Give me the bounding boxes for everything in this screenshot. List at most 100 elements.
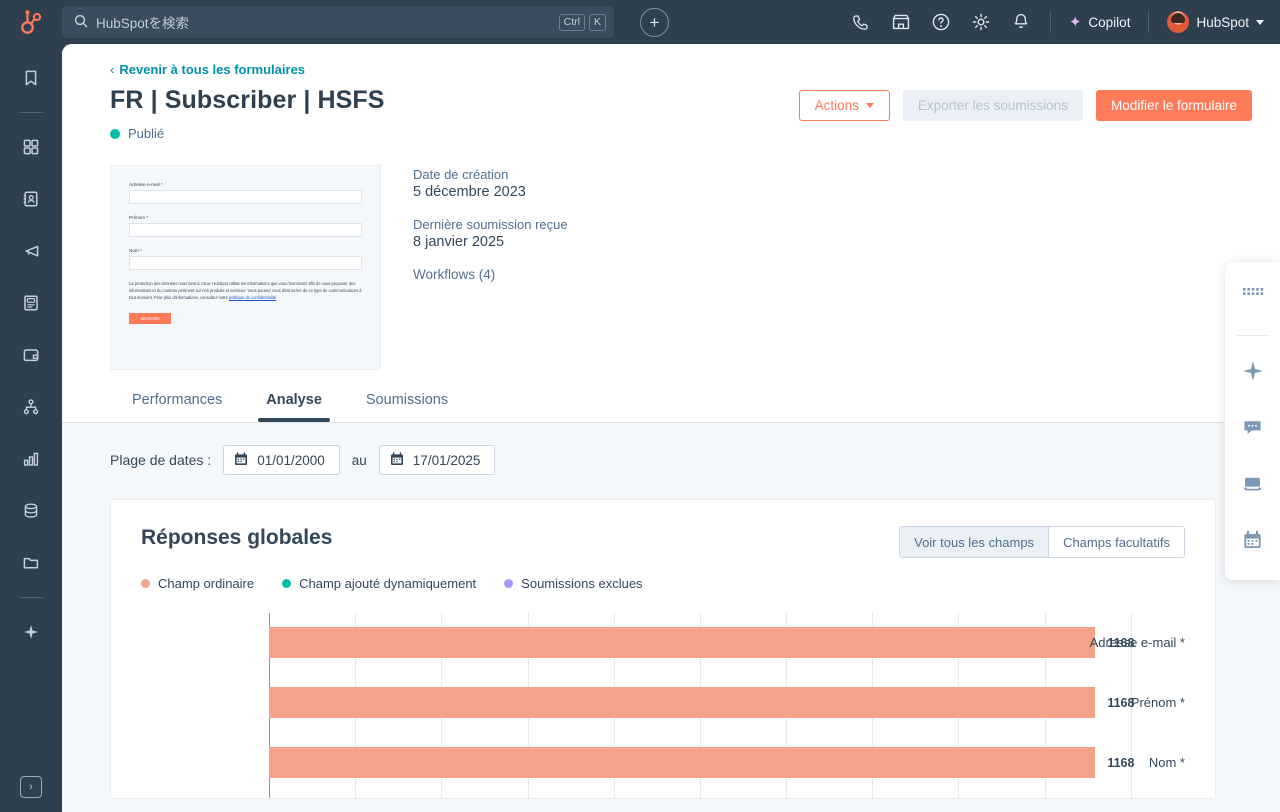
sidebar-item-reporting[interactable] [11,439,51,479]
notes-icon[interactable] [1233,467,1273,502]
account-menu[interactable]: HubSpot [1167,11,1264,33]
analysis-body: Plage de dates : 01/01/2000 au 17/01/202… [62,423,1280,812]
left-sidebar: › [0,44,62,812]
global-responses-card: Réponses globales Voir tous les champs C… [110,499,1216,799]
top-navigation-bar: HubSpotを検索 Ctrl K + ✦ Copilot Hub [0,0,1280,44]
date-start-input[interactable]: 01/01/2000 [223,445,340,475]
legend-dot-icon [282,579,291,588]
preview-field1-label: Adresse e-mail * [129,182,362,187]
hubspot-logo-icon[interactable] [0,9,62,35]
top-nav-right-cluster: ✦ Copilot HubSpot [850,11,1280,33]
status-badge: Publié [110,126,385,141]
sidebar-expand-label: › [20,776,42,798]
search-placeholder: HubSpotを検索 [96,12,551,32]
card-title: Réponses globales [141,526,332,550]
date-range-label: Plage de dates : [110,452,211,468]
chat-icon[interactable] [1233,410,1273,445]
calendar-icon[interactable] [1233,523,1273,558]
date-start-value: 01/01/2000 [257,453,325,468]
chart-bar[interactable] [269,627,1095,658]
sidebar-item-ai[interactable] [11,612,51,652]
phone-icon[interactable] [850,11,872,33]
sidebar-item-workspaces[interactable] [11,127,51,167]
date-end-value: 17/01/2025 [413,453,481,468]
preview-field2-input [129,223,362,237]
chevron-left-icon: ‹ [110,62,114,77]
chart-legend: Champ ordinaire Champ ajouté dynamiqueme… [141,576,1185,591]
form-preview-thumbnail[interactable]: Adresse e-mail * Prénom * Nom * La prote… [110,165,381,370]
right-panel-divider [1236,335,1270,336]
sidebar-expand-button[interactable]: › [20,776,42,798]
nav-divider-2 [1148,11,1149,33]
date-end-input[interactable]: 17/01/2025 [379,445,496,475]
chevron-down-icon [866,103,874,108]
chart-category-label: Adresse e-mail * [1067,635,1185,650]
breadcrumb-back-link[interactable]: ‹ Revenir à tous les formulaires [110,62,1252,77]
page-header: ‹ Revenir à tous les formulaires FR | Su… [62,44,1280,141]
create-new-button[interactable]: + [640,8,669,37]
global-search-input[interactable]: HubSpotを検索 Ctrl K [62,6,614,38]
legend-item-excluded-submissions[interactable]: Soumissions exclues [504,576,642,591]
actions-button-label: Actions [815,98,859,113]
last-submission-value: 8 janvier 2025 [413,234,568,250]
tab-analyse[interactable]: Analyse [244,392,344,422]
main-content-panel: ‹ Revenir à tous les formulaires FR | Su… [62,44,1280,812]
chart-bar-row[interactable]: 1168 [269,747,1185,778]
legend-label: Champ ajouté dynamiquement [299,576,476,591]
title-block: FR | Subscriber | HSFS Publié [110,86,385,141]
sidebar-item-data-management[interactable] [11,491,51,531]
preview-field2-label: Prénom * [129,215,362,220]
segment-optional-fields[interactable]: Champs facultatifs [1048,527,1184,557]
tab-soumissions[interactable]: Soumissions [344,392,470,422]
chart-bars: 1168 1168 1168 [269,613,1185,798]
actions-button[interactable]: Actions [799,90,890,121]
settings-icon[interactable] [970,11,992,33]
tab-performances[interactable]: Performances [110,392,244,422]
chevron-down-icon [1256,20,1264,25]
date-range-row: Plage de dates : 01/01/2000 au 17/01/202… [62,445,1280,475]
segment-all-fields[interactable]: Voir tous les champs [900,527,1048,557]
sidebar-divider [19,112,43,113]
ai-sparkle-icon[interactable] [1233,353,1273,388]
legend-label: Soumissions exclues [521,576,642,591]
preview-field3-input [129,256,362,270]
chart-category-label: Nom * [1067,755,1185,770]
sidebar-item-automation[interactable] [11,387,51,427]
kbd-k: K [589,14,606,31]
export-submissions-button[interactable]: Exporter les soumissions [903,90,1083,121]
legend-item-regular-field[interactable]: Champ ordinaire [141,576,254,591]
date-range-separator: au [352,453,367,468]
preview-submit-button: Soumettre [129,313,171,324]
last-submission-label: Dernière soumission reçue [413,217,568,232]
created-date-value: 5 décembre 2023 [413,184,568,200]
workflows-link[interactable]: Workflows (4) [413,267,568,282]
notifications-icon[interactable] [1010,11,1032,33]
drag-handle-icon[interactable] [1233,276,1273,311]
nav-divider [1050,11,1051,33]
sidebar-item-commerce[interactable] [11,335,51,375]
sidebar-item-content[interactable] [11,283,51,323]
chart-bar-row[interactable]: 1168 [269,687,1185,718]
account-label: HubSpot [1196,15,1249,30]
help-icon[interactable] [930,11,952,33]
sparkle-icon: ✦ [1069,13,1082,31]
title-and-actions-row: FR | Subscriber | HSFS Publié Actions Ex… [110,86,1252,141]
avatar [1167,11,1189,33]
sidebar-item-contacts[interactable] [11,179,51,219]
chart-plot-area: 1168 1168 1168 [269,613,1185,798]
edit-form-button[interactable]: Modifier le formulaire [1096,90,1252,121]
chart-bar[interactable] [269,687,1095,718]
legend-label: Champ ordinaire [158,576,254,591]
legend-item-dynamic-field[interactable]: Champ ajouté dynamiquement [282,576,476,591]
chart-bar-row[interactable]: 1168 [269,627,1185,658]
sidebar-divider-2 [19,597,43,598]
status-dot-icon [110,129,120,139]
sidebar-item-marketing[interactable] [11,231,51,271]
chart-bar[interactable] [269,747,1095,778]
copilot-button[interactable]: ✦ Copilot [1069,13,1131,31]
sidebar-item-bookmarks[interactable] [11,58,51,98]
privacy-policy-link: politique de confidentialité [229,295,276,300]
marketplace-icon[interactable] [890,11,912,33]
global-responses-bar-chart: 116811681168 Adresse e-mail *Prénom *Nom… [141,613,1185,798]
sidebar-item-library[interactable] [11,543,51,583]
